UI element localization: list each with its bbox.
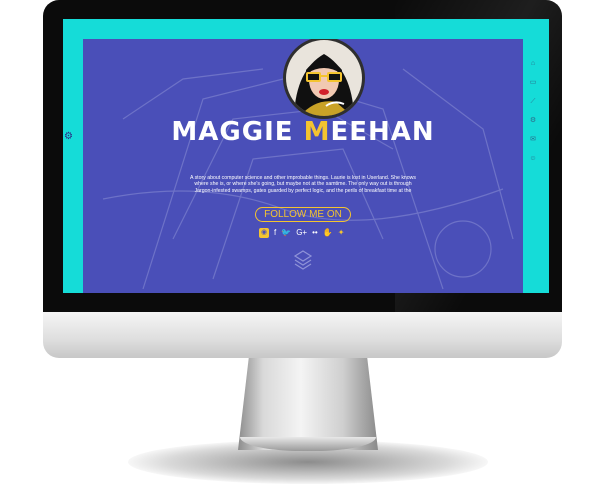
google-plus-icon[interactable]: G+ bbox=[296, 227, 307, 239]
hero-section: MAGGIE MEEHAN A story about computer sci… bbox=[83, 39, 523, 293]
layers-scroll-icon[interactable] bbox=[293, 249, 313, 271]
monitor-stand bbox=[238, 354, 378, 450]
name-accent-letter: M bbox=[303, 117, 331, 147]
flickr-icon[interactable]: •• bbox=[312, 227, 318, 239]
user-icon[interactable]: ☺ bbox=[529, 154, 536, 164]
social-links: ◉ f 🐦 G+ •• ✋ ✦ bbox=[259, 227, 359, 239]
side-menu: ⌂ ▭ ⟋ ⚙ ✉ ☺ bbox=[527, 59, 539, 164]
star-icon[interactable]: ✦ bbox=[338, 227, 345, 239]
follow-me-button[interactable]: FOLLOW ME ON bbox=[255, 207, 351, 222]
imac-monitor: ⚙ MAGGIE MEEHAN A story about computer s… bbox=[0, 0, 611, 499]
name-first: MAGGIE bbox=[171, 117, 304, 147]
instagram-icon[interactable]: ◉ bbox=[259, 228, 269, 238]
twitter-icon[interactable]: 🐦 bbox=[281, 227, 291, 239]
facebook-icon[interactable]: f bbox=[274, 227, 276, 239]
gear-icon[interactable]: ⚙ bbox=[530, 116, 536, 126]
profile-avatar bbox=[283, 39, 365, 119]
hand-icon[interactable]: ✋ bbox=[323, 227, 333, 239]
document-icon[interactable]: ▭ bbox=[530, 78, 537, 88]
mail-icon[interactable]: ✉ bbox=[530, 135, 536, 145]
chart-icon[interactable]: ⟋ bbox=[531, 97, 536, 107]
monitor-chin bbox=[43, 312, 562, 358]
home-icon[interactable]: ⌂ bbox=[531, 59, 535, 69]
profile-name: MAGGIE MEEHAN bbox=[83, 117, 523, 147]
screen: ⚙ MAGGIE MEEHAN A story about computer s… bbox=[63, 19, 549, 293]
name-rest: EEHAN bbox=[330, 117, 435, 147]
settings-gear-icon[interactable]: ⚙ bbox=[64, 131, 73, 142]
profile-bio: A story about computer science and other… bbox=[189, 175, 417, 194]
